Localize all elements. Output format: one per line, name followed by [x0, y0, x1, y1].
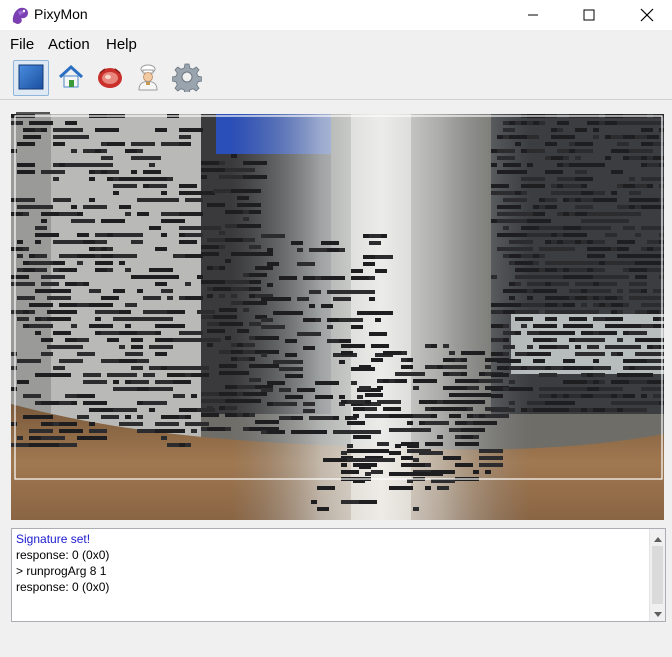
home-button[interactable] [53, 60, 89, 96]
scroll-down-button[interactable] [650, 605, 666, 621]
console-line: response: 0 (0x0) [16, 548, 110, 562]
pixymon-dragon-icon [9, 4, 31, 26]
console-line: > runprogArg 8 1 [16, 564, 107, 578]
close-button[interactable] [624, 0, 670, 30]
run-pause-icon [17, 63, 45, 94]
menu-help[interactable]: Help [106, 36, 137, 53]
home-icon [57, 63, 85, 94]
raw-video-icon [96, 63, 124, 94]
maximize-icon [583, 9, 595, 21]
scroll-thumb[interactable] [652, 546, 663, 604]
chef-icon [134, 63, 162, 94]
scroll-up-button[interactable] [650, 529, 666, 545]
window-title: PixyMon [34, 6, 88, 22]
maximize-button[interactable] [566, 0, 612, 30]
menu-action[interactable]: Action [48, 36, 90, 53]
run-pause-button[interactable] [13, 60, 49, 96]
minimize-button[interactable] [510, 0, 556, 30]
toolbar [0, 57, 672, 100]
gear-icon [171, 62, 203, 95]
chef-button[interactable] [130, 60, 166, 96]
scroll-up-icon [654, 529, 662, 545]
console-line: response: 0 (0x0) [16, 580, 110, 594]
console-text: Signature set! response: 0 (0x0) > runprog… [16, 531, 646, 595]
console-scrollbar[interactable] [649, 529, 665, 621]
configure-button[interactable] [169, 60, 205, 96]
close-icon [640, 8, 654, 22]
menu-bar: File Action Help [0, 32, 672, 56]
camera-video-frame[interactable] [11, 114, 664, 520]
console-output[interactable]: Signature set! response: 0 (0x0) > runprog… [11, 528, 666, 622]
minimize-icon [527, 9, 539, 21]
title-bar[interactable]: PixyMon [0, 0, 672, 30]
raw-video-button[interactable] [92, 60, 128, 96]
scroll-down-icon [654, 605, 662, 621]
console-line: Signature set! [16, 532, 91, 546]
menu-file[interactable]: File [10, 36, 34, 53]
